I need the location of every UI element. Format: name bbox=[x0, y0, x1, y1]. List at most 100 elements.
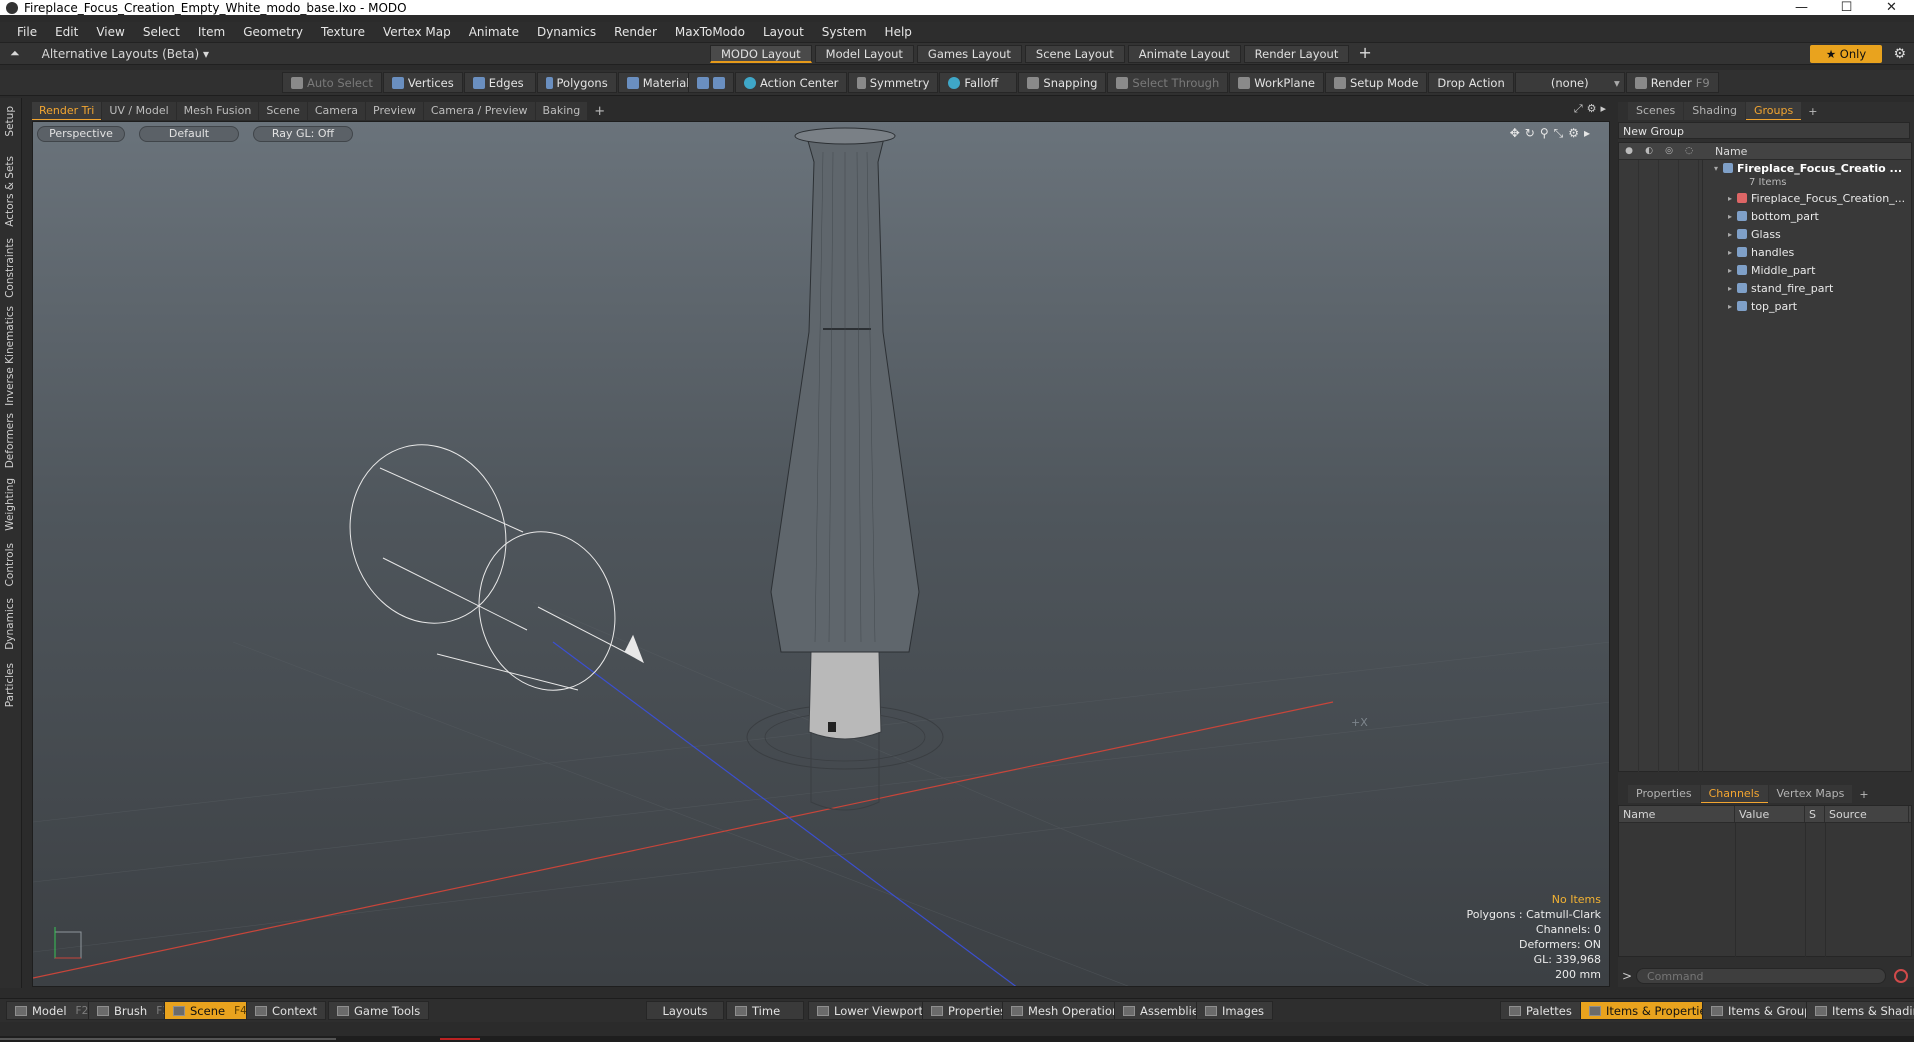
game-tools-button[interactable]: Game Tools bbox=[328, 1001, 430, 1020]
3d-viewport[interactable]: Perspective Default Ray GL: Off ✥↻⚲⤡⚙▸ +… bbox=[32, 121, 1610, 987]
items-properties-button[interactable]: Items & Properties bbox=[1580, 1001, 1722, 1020]
collapse-arrow-icon[interactable]: ▾ bbox=[1709, 164, 1723, 173]
visibility-col-icon[interactable]: ● bbox=[1619, 146, 1639, 156]
alternative-layouts[interactable]: ⏶ Alternative Layouts (Beta) ▾ bbox=[10, 46, 209, 61]
tab-modo-layout[interactable]: MODO Layout bbox=[710, 45, 812, 63]
tab-dynamics[interactable]: Dynamics bbox=[4, 598, 16, 650]
tab-constraints[interactable]: Constraints bbox=[4, 238, 16, 298]
collapse-arrow-icon[interactable]: ⏶ bbox=[10, 46, 20, 61]
falloff-button[interactable]: Falloff bbox=[939, 72, 1018, 93]
items-shading-button[interactable]: Items & Shading bbox=[1806, 1001, 1914, 1020]
menu-geometry[interactable]: Geometry bbox=[234, 25, 312, 39]
tab-inverse-kinematics[interactable]: Inverse Kinematics bbox=[4, 306, 16, 406]
menu-layout[interactable]: Layout bbox=[754, 25, 813, 39]
tab-actors-sets[interactable]: Actors & Sets bbox=[4, 156, 16, 227]
expand-arrow-icon[interactable]: ▸ bbox=[1723, 230, 1737, 239]
tab-baking[interactable]: Baking bbox=[535, 102, 588, 120]
tab-particles[interactable]: Particles bbox=[4, 663, 16, 707]
list-item[interactable]: ▸ Fireplace_Focus_Creation_... bbox=[1619, 189, 1911, 207]
tab-vertex-maps[interactable]: Vertex Maps bbox=[1768, 785, 1853, 803]
setup-mode-button[interactable]: Setup Mode bbox=[1324, 72, 1428, 93]
tab-deformers[interactable]: Deformers bbox=[4, 413, 16, 468]
add-tab-icon[interactable]: + bbox=[588, 104, 611, 119]
list-item[interactable]: ▸ handles bbox=[1619, 243, 1911, 261]
expand-arrow-icon[interactable]: ▸ bbox=[1723, 212, 1737, 221]
add-lower-tab-icon[interactable]: + bbox=[1853, 788, 1874, 801]
symmetry-button[interactable]: Symmetry bbox=[848, 72, 939, 93]
menu-select[interactable]: Select bbox=[134, 25, 189, 39]
tab-scene-layout[interactable]: Scene Layout bbox=[1024, 45, 1125, 63]
expand-arrow-icon[interactable]: ▸ bbox=[1723, 194, 1737, 203]
item-mode-button[interactable] bbox=[688, 72, 734, 93]
tab-scene[interactable]: Scene bbox=[259, 102, 307, 120]
expand-arrow-icon[interactable]: ▸ bbox=[1723, 266, 1737, 275]
render-button[interactable]: Render F9 bbox=[1625, 72, 1719, 93]
tab-groups[interactable]: Groups bbox=[1745, 102, 1802, 120]
menu-help[interactable]: Help bbox=[876, 25, 921, 39]
palettes-button[interactable]: Palettes bbox=[1500, 1001, 1581, 1020]
polygons-button[interactable]: Polygons bbox=[536, 72, 617, 93]
tab-properties[interactable]: Properties bbox=[1628, 785, 1700, 803]
layouts-button[interactable]: Layouts bbox=[646, 1001, 724, 1020]
lock-col-icon[interactable]: ◎ bbox=[1659, 146, 1679, 156]
close-icon[interactable]: ✕ bbox=[1869, 0, 1914, 15]
tab-animate-layout[interactable]: Animate Layout bbox=[1127, 45, 1241, 63]
tab-mesh-fusion[interactable]: Mesh Fusion bbox=[176, 102, 259, 120]
new-group-button[interactable]: New Group bbox=[1618, 122, 1910, 139]
menu-maxtomodo[interactable]: MaxToModo bbox=[666, 25, 754, 39]
menu-animate[interactable]: Animate bbox=[460, 25, 528, 39]
select-through-button[interactable]: Select Through bbox=[1107, 72, 1229, 93]
menu-vertex-map[interactable]: Vertex Map bbox=[374, 25, 460, 39]
vertices-button[interactable]: Vertices bbox=[382, 72, 463, 93]
stop-icon[interactable] bbox=[1894, 969, 1908, 983]
tab-games-layout[interactable]: Games Layout bbox=[916, 45, 1022, 63]
context-button[interactable]: Context bbox=[246, 1001, 327, 1020]
alternative-layouts-dropdown[interactable]: Alternative Layouts (Beta) ▾ bbox=[42, 47, 209, 61]
tab-controls[interactable]: Controls bbox=[4, 543, 16, 586]
tab-camera-preview[interactable]: Camera / Preview bbox=[423, 102, 535, 120]
tab-weighting[interactable]: Weighting bbox=[4, 478, 16, 531]
list-item[interactable]: ▸ top_part bbox=[1619, 297, 1911, 315]
tab-channels[interactable]: Channels bbox=[1700, 785, 1768, 803]
tab-scenes[interactable]: Scenes bbox=[1628, 102, 1684, 120]
menu-view[interactable]: View bbox=[87, 25, 133, 39]
minimize-icon[interactable]: — bbox=[1779, 0, 1824, 15]
snapping-button[interactable]: Snapping bbox=[1018, 72, 1107, 93]
gear-icon[interactable]: ⚙ bbox=[1893, 46, 1906, 62]
tab-render-layout[interactable]: Render Layout bbox=[1243, 45, 1350, 63]
auto-select-button[interactable]: Auto Select bbox=[282, 72, 382, 93]
menu-edit[interactable]: Edit bbox=[46, 25, 87, 39]
scene-mode-button[interactable]: Scene F4 bbox=[164, 1001, 256, 1020]
list-item[interactable]: ▸ Glass bbox=[1619, 225, 1911, 243]
viewport-expand-icon[interactable]: ⤢⚙▸ bbox=[1574, 102, 1610, 116]
tab-shading[interactable]: Shading bbox=[1684, 102, 1745, 120]
lower-viewports-button[interactable]: Lower Viewports bbox=[808, 1001, 938, 1020]
expand-arrow-icon[interactable]: ▸ bbox=[1723, 284, 1737, 293]
group-row[interactable]: ▾ Fireplace_Focus_Creatio ... bbox=[1619, 160, 1911, 176]
menu-item[interactable]: Item bbox=[189, 25, 234, 39]
tab-render-tri[interactable]: Render Tri bbox=[32, 102, 102, 120]
command-input[interactable] bbox=[1636, 968, 1886, 984]
add-panel-tab-icon[interactable]: + bbox=[1802, 105, 1823, 118]
tab-camera[interactable]: Camera bbox=[307, 102, 366, 120]
expand-arrow-icon[interactable]: ▸ bbox=[1723, 302, 1737, 311]
time-button[interactable]: Time bbox=[726, 1001, 804, 1020]
workplane-button[interactable]: WorkPlane bbox=[1229, 72, 1324, 93]
tab-uv-model[interactable]: UV / Model bbox=[102, 102, 176, 120]
list-item[interactable]: ▸ stand_fire_part bbox=[1619, 279, 1911, 297]
select-col-icon[interactable]: ◌ bbox=[1679, 146, 1699, 156]
list-item[interactable]: ▸ bottom_part bbox=[1619, 207, 1911, 225]
only-button[interactable]: ★ Only bbox=[1810, 45, 1882, 63]
tab-model-layout[interactable]: Model Layout bbox=[814, 45, 914, 63]
list-item[interactable]: ▸ Middle_part bbox=[1619, 261, 1911, 279]
action-center-button[interactable]: Action Center bbox=[735, 72, 848, 93]
drop-action-select[interactable]: (none) bbox=[1514, 72, 1625, 93]
tab-preview[interactable]: Preview bbox=[366, 102, 423, 120]
maximize-icon[interactable]: ☐ bbox=[1824, 0, 1869, 15]
edges-button[interactable]: Edges bbox=[463, 72, 536, 93]
menu-system[interactable]: System bbox=[813, 25, 876, 39]
menu-dynamics[interactable]: Dynamics bbox=[528, 25, 605, 39]
menu-file[interactable]: File bbox=[8, 25, 46, 39]
add-layout-icon[interactable]: + bbox=[1352, 45, 1377, 63]
model-mode-button[interactable]: Model F2 bbox=[6, 1001, 98, 1020]
